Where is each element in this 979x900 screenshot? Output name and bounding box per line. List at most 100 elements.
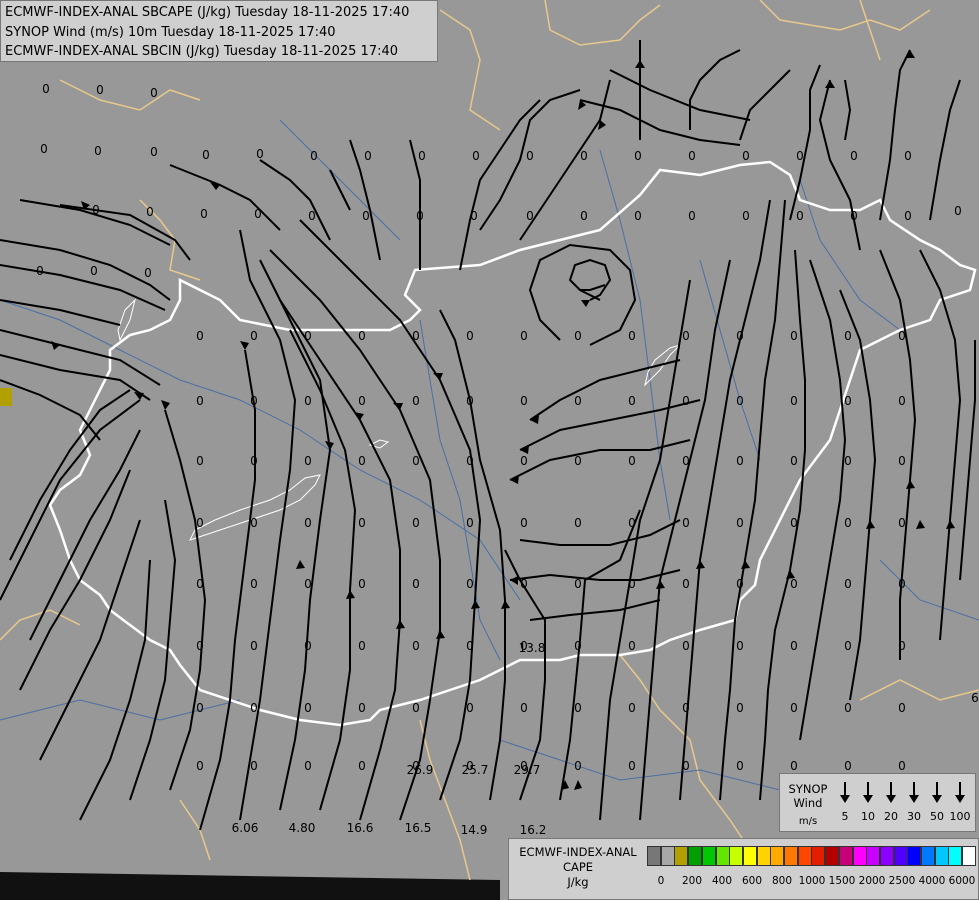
cape-value: 0 [628,394,636,408]
cape-value: 0 [520,394,528,408]
cape-value: 0 [304,516,312,530]
cape-value: 0 [844,759,852,773]
cape-value: 0 [250,454,258,468]
cape-swatch [893,846,908,866]
wind-arrow-icon [886,782,896,803]
cape-swatch [701,846,716,866]
weather-map: 0 0 0 0 0 0 0 0 0 0 0 0 0 0 0 0 0 0 0 0 0 0 0 0 0 0 0 0 0 0 0 0 0 0 0 0 0 0 0 0… [0,0,979,900]
cape-value: 14.9 [461,823,488,837]
cape-value: 0 [358,639,366,653]
cape-value: 0 [466,516,474,530]
cape-value: 0 [682,516,690,530]
cape-value: 0 [304,577,312,591]
cape-tick-label: 200 [681,875,703,887]
cape-value: 0 [412,454,420,468]
cape-tick-label: 800 [771,875,793,887]
cape-value: 26.9 [407,763,434,777]
cape-value: 0 [844,454,852,468]
map-background [0,0,979,900]
cape-value: 0 [304,329,312,343]
cape-value: 0 [898,516,906,530]
cape-value: 0 [92,203,100,217]
cape-tick-label: 4000 [918,875,946,887]
cape-value: 0 [526,209,534,223]
cape-value: 0 [466,329,474,343]
cape-value: 0 [628,759,636,773]
cape-value: 0 [844,639,852,653]
cape-value: 0 [796,149,804,163]
wind-arrow-icon [909,782,919,803]
cape-value: 0 [844,701,852,715]
cape-value: 0 [574,454,582,468]
cape-swatch [784,846,798,866]
cape-value: 0 [250,329,258,343]
cape-value: 0 [628,329,636,343]
cape-value: 0 [520,759,528,773]
synop-speed-30: 30 [903,782,925,823]
cape-value: 0 [898,454,906,468]
synop-wind-legend: SYNOP Wind m/s 5 10 20 30 50 100 [779,773,976,832]
synop-legend-title: SYNOP Wind [788,782,828,810]
cape-value: 0 [790,701,798,715]
title-line-cin: ECMWF-INDEX-ANAL SBCIN (J/kg) Tuesday 18… [5,44,399,59]
cape-value: 0 [196,759,204,773]
synop-speed-label: 10 [861,810,875,823]
cape-value: 0 [196,394,204,408]
cape-swatch [674,846,689,866]
cape-swatch [797,846,812,866]
cape-swatch [907,846,922,866]
cape-value: 0 [42,82,50,96]
cape-swatch [756,846,771,866]
cape-value: 0 [520,454,528,468]
cape-value: 0 [250,577,258,591]
cape-value: 0 [466,759,474,773]
cape-value: 0 [844,516,852,530]
synop-speed-label: 20 [884,810,898,823]
cape-value: 0 [196,639,204,653]
synop-speed-10: 10 [857,782,879,823]
cape-value: 0 [580,209,588,223]
cape-value: 0 [250,394,258,408]
cape-value: 0 [256,147,264,161]
cape-value: 0 [196,577,204,591]
title-line-wind: SYNOP Wind (m/s) 10m Tuesday 18-11-2025 … [5,24,336,40]
cape-value: 0 [196,454,204,468]
cape-patch [0,388,12,406]
cape-value: 0 [898,639,906,653]
cape-swatch [948,846,963,866]
cape-value: 0 [36,264,44,278]
cape-value: 0 [790,759,798,773]
cape-value: 0 [40,142,48,156]
cape-value: 0 [904,209,912,223]
cape-value: 6.06 [232,821,259,835]
cape-swatch [934,846,949,866]
wind-arrow-icon [863,782,873,803]
cape-value: 0 [304,759,312,773]
cape-value: 0 [146,205,154,219]
cape-swatch [688,846,703,866]
cape-value: 0 [412,577,420,591]
cape-value: 0 [358,577,366,591]
cape-value: 16.5 [405,821,432,835]
cape-value: 0 [628,577,636,591]
cape-value: 0 [742,149,750,163]
cape-value: 0 [200,207,208,221]
cape-value: 0 [412,329,420,343]
cape-value: 0 [898,329,906,343]
cape-swatch [770,846,785,866]
cape-value: 0 [358,394,366,408]
cape-value: 0 [358,329,366,343]
synop-legend-unit: m/s [798,816,818,827]
cape-tick-label: 400 [711,875,733,887]
cape-value: 0 [790,454,798,468]
cape-value: 0 [898,394,906,408]
wind-arrow-icon [932,782,942,803]
cape-value: 0 [898,759,906,773]
cape-value: 0 [520,639,528,653]
cape-value: 0 [90,264,98,278]
wind-arrow-icon [840,782,850,803]
cape-value: 4.80 [289,821,316,835]
cape-swatch [660,846,675,866]
cape-value: 0 [898,701,906,715]
cape-tick-label: 2000 [858,875,886,887]
